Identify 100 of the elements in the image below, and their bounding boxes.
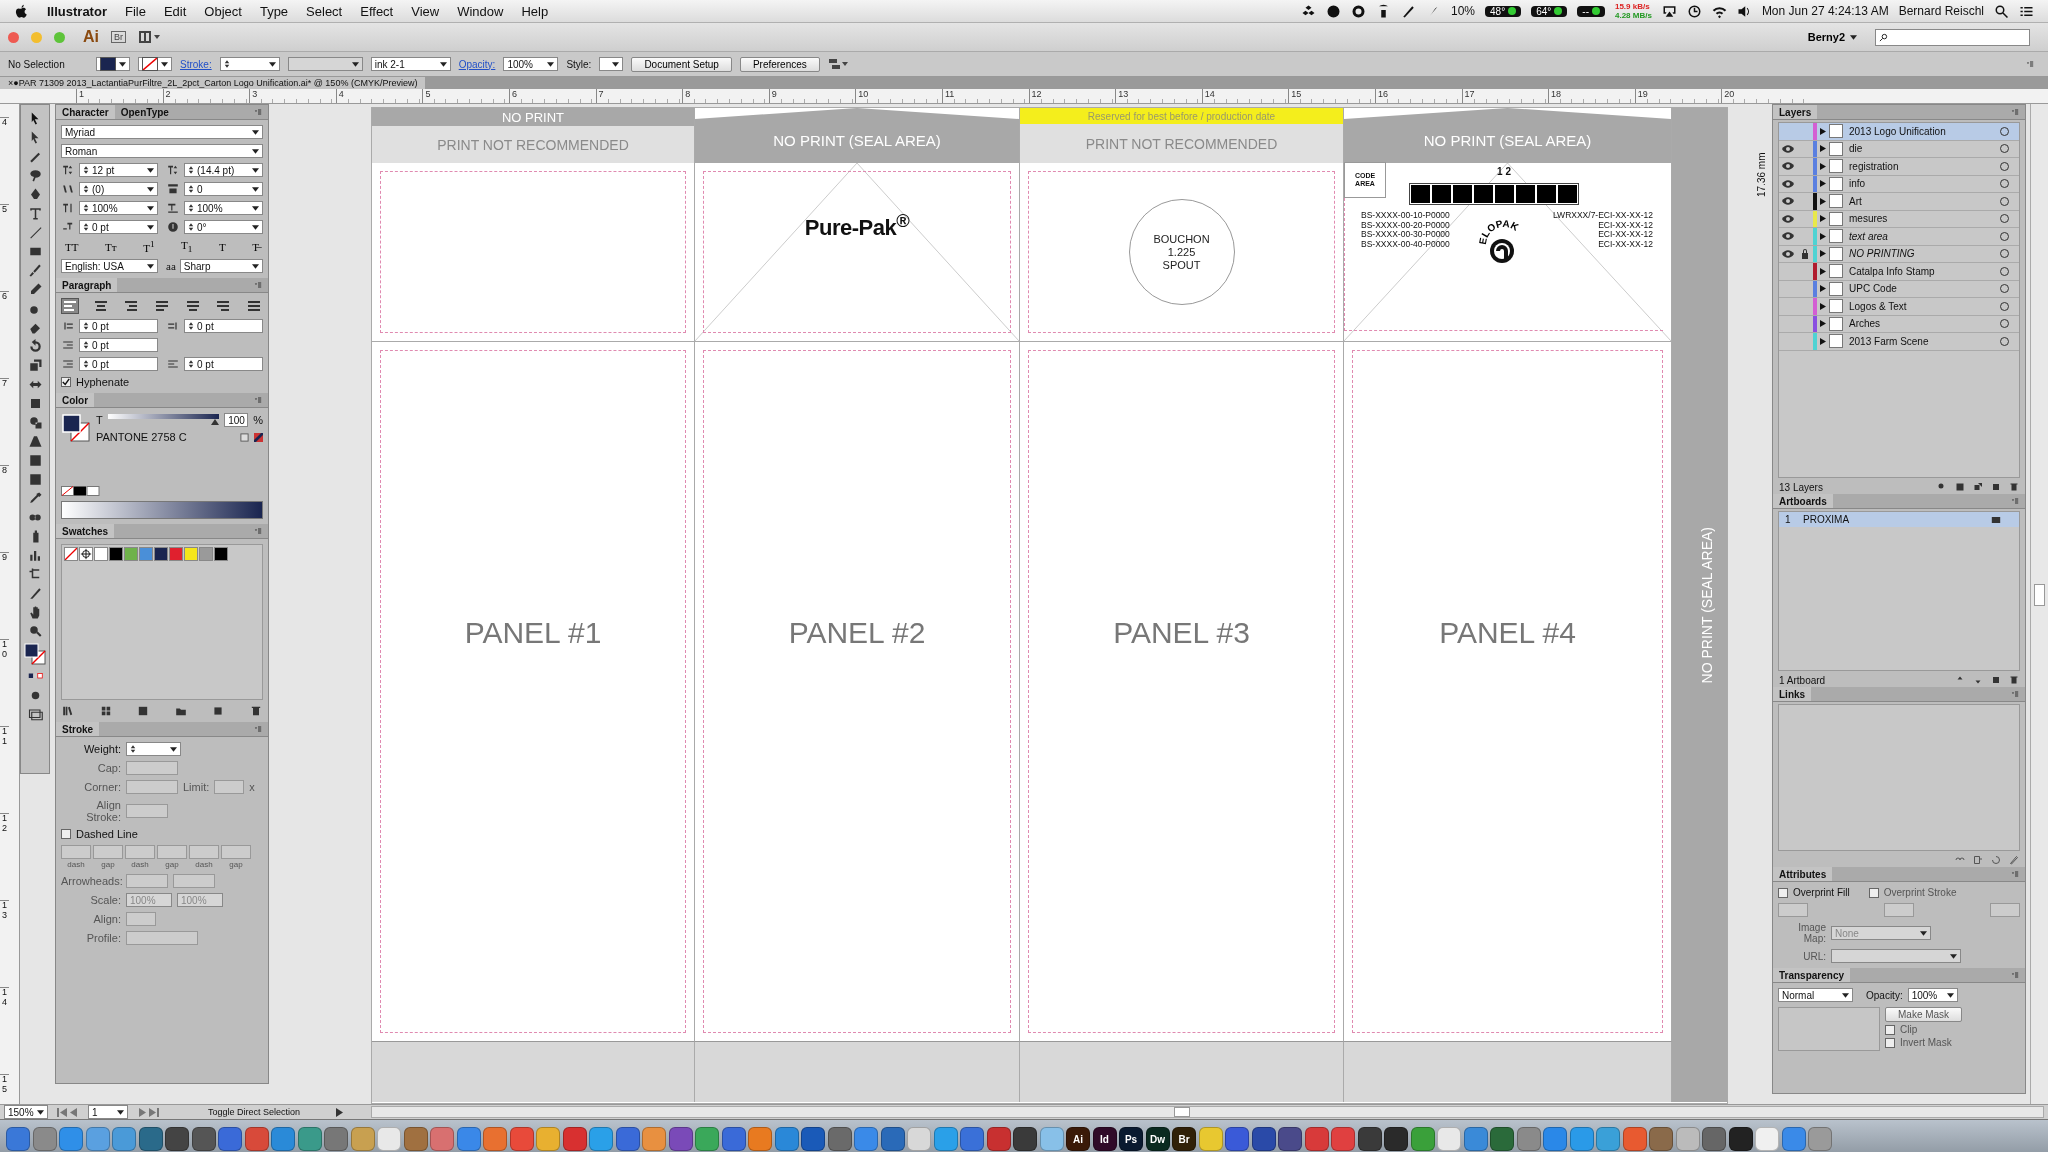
type-style-button[interactable]: T$^{1}$ (139, 239, 159, 254)
area-label: PRINT NOT RECOMMENDED (1020, 124, 1343, 163)
layer-row[interactable]: mesures (1779, 210, 2019, 228)
character-field[interactable]: 100% (184, 201, 263, 215)
field-label: Arrowheads: (61, 875, 121, 888)
character-field[interactable]: (0) (79, 182, 158, 196)
layer-name: registration (1849, 160, 1900, 172)
network-speed[interactable]: 15.9 kB/s 4.28 MB/s (1614, 2, 1652, 20)
zoom-dropdown[interactable]: 150% (4, 1105, 48, 1119)
opacity-link[interactable]: Opacity: (458, 58, 496, 70)
layer-row[interactable]: UPC Code (1779, 280, 2019, 298)
app-icon[interactable]: Dw (1145, 1127, 1170, 1151)
menu-item[interactable]: Effect (360, 3, 394, 19)
type-style-button[interactable]: Tт (101, 240, 121, 253)
paragraph-field[interactable]: 0 pt (184, 357, 263, 372)
layer-row[interactable]: 2013 Logo Unification (1779, 123, 2019, 141)
area-label: Reserved for best before / production date (1020, 108, 1343, 124)
layer-row[interactable]: die (1779, 140, 2019, 158)
temperature-badge[interactable]: 64° (1531, 5, 1568, 17)
app-icon[interactable]: Br (1172, 1127, 1196, 1151)
menu-item[interactable]: Select (306, 3, 343, 19)
layer-name: Logos & Text (1849, 300, 1908, 312)
panel-tab[interactable]: Character (56, 105, 115, 119)
character-field[interactable]: 0° (184, 220, 263, 234)
font-style-dropdown[interactable]: Roman (61, 144, 263, 158)
artboard-row[interactable]: 1 PROXIMA (1779, 512, 2019, 527)
layer-row[interactable]: info (1779, 175, 2019, 193)
stroke-link[interactable]: Stroke: (180, 58, 212, 70)
menu-item[interactable]: Illustrator (47, 3, 107, 19)
brush-dropdown[interactable]: ink 2-1 (370, 57, 451, 71)
language-dropdown[interactable]: English: USA (61, 259, 158, 274)
panel-tab[interactable]: Links (1773, 687, 1812, 701)
field-label: Corner: (83, 781, 121, 794)
paragraph-field[interactable]: 0 pt (79, 319, 158, 334)
document-tab[interactable]: ●PAR 71309 2013_LactantiaPurFiltre_2L_2pct_Carton Logo Unification.ai* @ 150% (CMYK/Preview) (13, 77, 426, 89)
paragraph-field[interactable]: 0 pt (184, 319, 263, 334)
menu-item[interactable]: Edit (163, 3, 187, 19)
panel-tab[interactable]: Paragraph (56, 278, 118, 293)
toolbar-button[interactable]: Document Setup (631, 56, 732, 72)
field-label: Align: (92, 913, 121, 926)
menu-item[interactable]: File (124, 3, 146, 19)
field-label: gap (229, 860, 243, 870)
menu-clock[interactable]: Mon Jun 27 4:24:13 AM (1761, 4, 1889, 18)
opacity-field[interactable]: 100% (503, 57, 559, 71)
panel-tab[interactable]: Swatches (56, 524, 115, 539)
character-field[interactable]: 100% (79, 201, 158, 215)
ruler-number: 2 (162, 89, 250, 103)
ruler-number: 14 (0, 987, 9, 1074)
type-style-button[interactable]: T̶ (248, 240, 263, 253)
code-digits: 1 2 (1497, 166, 1511, 177)
battery-reading[interactable]: 10% (1451, 4, 1476, 18)
temperature-badge[interactable]: -- (1577, 5, 1605, 17)
type-style-button[interactable]: T$_{1}$ (177, 239, 197, 255)
workspace-switcher[interactable]: Berny2 (1801, 30, 1863, 44)
paragraph-field[interactable]: 0 pt (79, 357, 158, 372)
menu-item[interactable]: Window (457, 3, 504, 19)
ruler-number: 9 (0, 552, 9, 639)
app-icon[interactable]: Id (1092, 1127, 1117, 1151)
tint-field[interactable]: 100 (224, 413, 249, 428)
make-mask-button[interactable]: Make Mask (1885, 1007, 1963, 1022)
blend-mode-dropdown[interactable]: Normal (1778, 988, 1853, 1002)
character-field[interactable]: 12 pt (79, 163, 158, 177)
brand-logo: Pure-Pak$^{®}$ (804, 210, 910, 242)
artboard-field[interactable]: 1 (88, 1105, 128, 1119)
panel-tab[interactable]: Color (56, 393, 95, 408)
menu-item[interactable]: View (411, 3, 440, 19)
panel-tab[interactable]: Artboards (1773, 494, 1833, 508)
bridge-button[interactable]: Br (111, 31, 126, 43)
field-label: dash (67, 860, 85, 870)
character-field[interactable]: (14.4 pt) (184, 163, 263, 177)
layer-row[interactable]: Catalpa Info Stamp (1779, 263, 2019, 281)
paragraph-field[interactable]: 0 pt (79, 338, 158, 353)
type-style-button[interactable]: TT (61, 240, 83, 253)
layer-name: info (1849, 178, 1867, 190)
font-family-dropdown[interactable]: Myriad (61, 125, 263, 139)
antialias-dropdown[interactable]: Sharp (179, 259, 263, 274)
menu-item[interactable]: Object (204, 3, 242, 19)
panel-tab[interactable]: Layers (1773, 105, 1818, 119)
layer-row[interactable]: registration (1779, 158, 2019, 176)
character-field[interactable]: 0 pt (79, 220, 158, 234)
layer-row[interactable]: NO PRINTING (1779, 245, 2019, 263)
layer-row[interactable]: Art (1779, 193, 2019, 211)
panel-tab[interactable]: Attributes (1773, 867, 1833, 881)
layer-name: text area (1849, 230, 1889, 242)
layer-row[interactable]: text area (1779, 228, 2019, 246)
layer-row[interactable]: 2013 Farm Scene (1779, 333, 2019, 351)
character-field[interactable]: 0 (184, 182, 263, 196)
type-style-button[interactable]: T (214, 240, 230, 253)
menu-item[interactable]: Help (521, 3, 549, 19)
temperature-badge[interactable]: 48° (1485, 5, 1522, 17)
toolbar-button[interactable]: Preferences (739, 56, 820, 72)
layer-row[interactable]: Logos & Text (1779, 298, 2019, 316)
app-icon[interactable]: Ps (1119, 1127, 1143, 1151)
panel-tab[interactable]: Stroke (56, 722, 100, 737)
user-name[interactable]: Bernard Reischl (1898, 4, 1984, 18)
layer-row[interactable]: Arches (1779, 315, 2019, 333)
menu-item[interactable]: Type (259, 3, 289, 19)
app-icon[interactable]: Ai (1066, 1127, 1090, 1151)
panel-tab[interactable]: Transparency (1773, 968, 1851, 982)
opacity-field[interactable]: 100% (1907, 988, 1958, 1002)
